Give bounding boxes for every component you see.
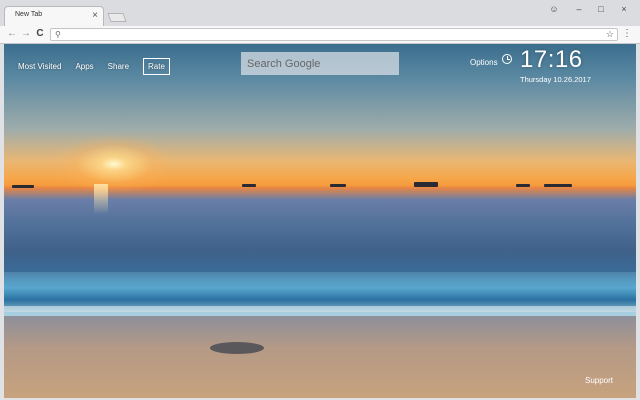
back-icon[interactable]: ← — [6, 28, 18, 40]
browser-toolbar: ← → C ⚲ ☆ ⋮ — [0, 26, 640, 44]
rock — [210, 342, 264, 354]
close-window-icon[interactable]: × — [617, 4, 631, 14]
ship — [242, 184, 256, 187]
bookmark-star-icon[interactable]: ☆ — [606, 29, 614, 40]
new-tab-page: Most Visited Apps Share Rate Options 17:… — [4, 44, 636, 398]
tab-title: New Tab — [15, 11, 43, 18]
share-link[interactable]: Share — [108, 62, 129, 71]
most-visited-link[interactable]: Most Visited — [18, 62, 61, 71]
search-icon: ⚲ — [55, 30, 61, 39]
tab-strip: New Tab × ☺ – □ × — [0, 0, 640, 26]
ship — [330, 184, 346, 187]
ship — [414, 182, 438, 187]
apps-link[interactable]: Apps — [75, 62, 93, 71]
menu-dots-icon[interactable]: ⋮ — [622, 28, 632, 40]
wave-foam — [4, 306, 636, 316]
search-input[interactable] — [241, 52, 399, 75]
new-tab-button[interactable] — [107, 13, 127, 22]
browser-window: New Tab × ☺ – □ × ← → C ⚲ ☆ ⋮ Most Visit… — [0, 0, 640, 400]
account-icon[interactable]: ☺ — [547, 4, 561, 14]
forward-icon[interactable]: → — [20, 28, 32, 40]
reload-icon[interactable]: C — [34, 28, 46, 40]
clock-date: Thursday 10.26.2017 — [520, 75, 591, 84]
sun-reflection — [94, 184, 108, 214]
options-link[interactable]: Options — [470, 58, 498, 67]
support-link[interactable]: Support — [585, 376, 613, 385]
ship — [544, 184, 572, 187]
clock-icon[interactable] — [502, 54, 512, 64]
tab-new-tab[interactable]: New Tab × — [4, 6, 104, 26]
ship — [516, 184, 530, 187]
tab-close-icon[interactable]: × — [92, 9, 98, 23]
rate-button[interactable]: Rate — [143, 58, 170, 75]
minimize-icon[interactable]: – — [572, 4, 586, 14]
maximize-icon[interactable]: □ — [594, 4, 608, 14]
clock-time: 17:16 — [520, 46, 583, 73]
address-bar[interactable]: ⚲ ☆ — [50, 28, 618, 41]
beach-sand — [4, 316, 636, 398]
sun-image — [54, 134, 174, 194]
top-links: Most Visited Apps Share Rate — [18, 58, 184, 75]
ship — [12, 185, 34, 188]
